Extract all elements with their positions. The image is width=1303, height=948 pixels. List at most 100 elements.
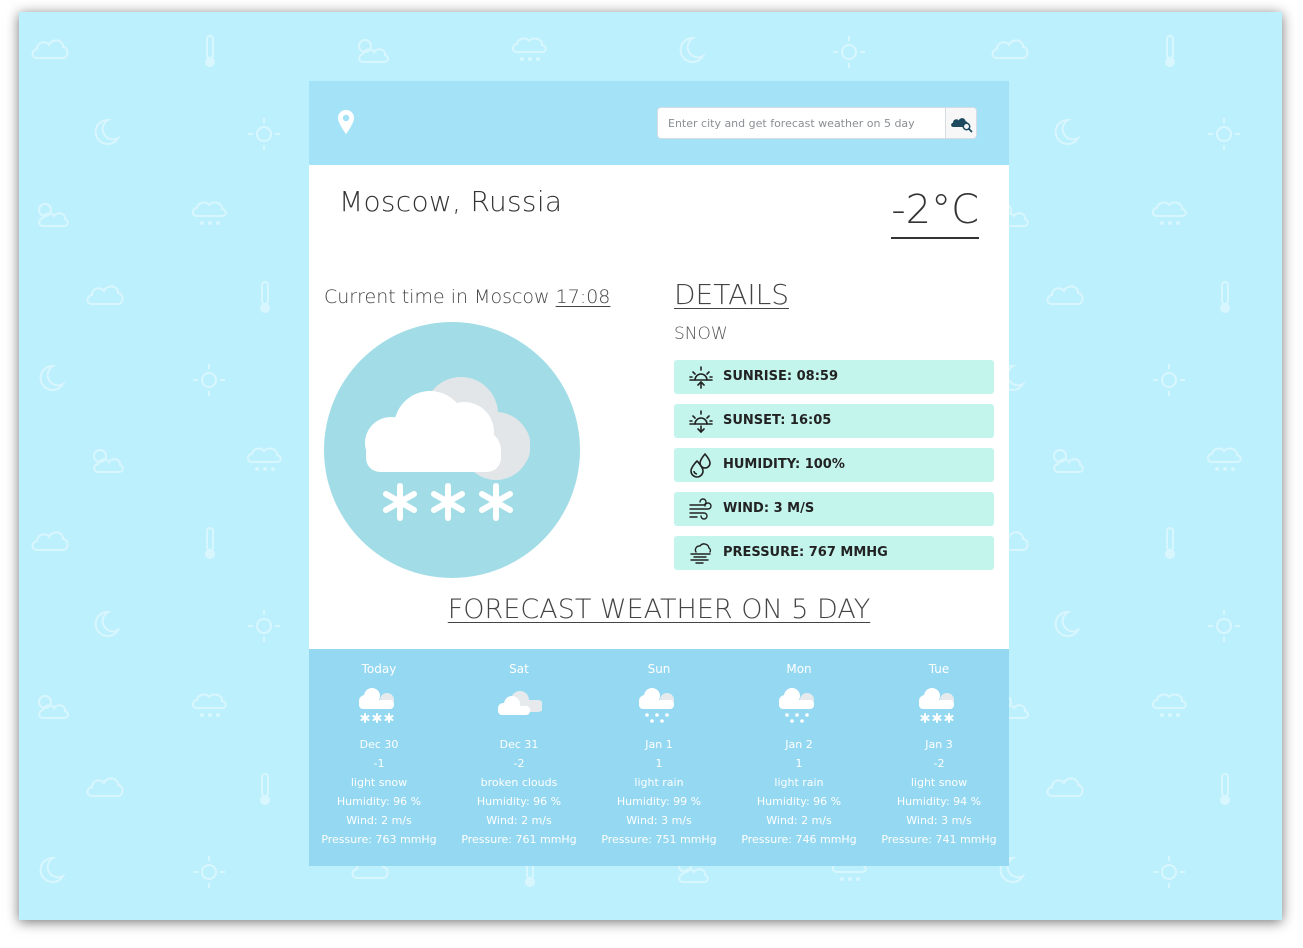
weather-description: SNOW — [674, 324, 728, 344]
cloud-outline-icon — [1046, 285, 1084, 305]
forecast-pressure: Pressure: 746 mmHg — [741, 833, 857, 846]
forecast-day-name: Sun — [647, 662, 671, 676]
forecast-day-mon: Mon Jan 2 1 light rain Humidity: 96 % Wind: 2… — [729, 649, 869, 866]
cloud-outline-icon — [86, 285, 124, 305]
snow-cloud-icon — [365, 377, 530, 521]
detail-row-wind: WIND: 3 M/S — [674, 492, 994, 526]
wind-icon — [689, 498, 712, 520]
detail-row-sunset: SUNSET: 16:05 — [674, 404, 994, 438]
forecast-heading-text: FORECAST WEATHER ON 5 DAY — [447, 594, 871, 625]
forecast-humidity: Humidity: 96 % — [476, 795, 562, 808]
snow-cloud-outline-icon — [191, 693, 227, 717]
detail-row-pressure: PRESSURE: 767 MMHG — [674, 536, 994, 570]
detail-pressure-text: PRESSURE: 767 MMHG — [723, 545, 888, 560]
rain-icon — [639, 688, 674, 723]
forecast-pressure: Pressure: 751 mmHg — [601, 833, 717, 846]
current-weather-image — [324, 322, 580, 578]
sun-cloud-outline-icon — [38, 695, 69, 719]
moon-outline-icon — [1054, 610, 1081, 637]
sun-cloud-outline-icon — [93, 449, 124, 473]
header-bar — [309, 81, 1009, 165]
page-background: Moscow, Russia -2°C Current time in Mosc… — [19, 12, 1282, 920]
forecast-temp: 1 — [795, 757, 803, 770]
forecast-humidity: Humidity: 96 % — [336, 795, 422, 808]
cloud-outline-icon — [86, 777, 124, 797]
moon-outline-icon — [39, 364, 66, 391]
humidity-icon — [690, 453, 711, 478]
detail-wind-text: WIND: 3 M/S — [723, 501, 815, 516]
snow-cloud-outline-icon — [191, 201, 227, 225]
forecast-temp: 1 — [655, 757, 663, 770]
moon-outline-icon — [94, 118, 121, 145]
current-time-value: 17:08 — [555, 286, 611, 308]
forecast-day-tue: Tue Jan 3 -2 light snow Humidity: 94 % Wind: … — [869, 649, 1009, 866]
forecast-pressure: Pressure: 741 mmHg — [881, 833, 997, 846]
sun-outline-icon — [1153, 364, 1185, 396]
forecast-date: Jan 3 — [925, 738, 953, 751]
weather-card: Moscow, Russia -2°C Current time in Mosc… — [309, 81, 1009, 866]
sunset-icon — [689, 410, 713, 434]
thermometer-outline-icon — [1165, 35, 1175, 67]
forecast-desc: light rain — [634, 776, 684, 789]
sun-cloud-outline-icon — [1053, 449, 1084, 473]
forecast-day-name: Sat — [509, 662, 529, 676]
detail-row-sunrise: SUNRISE: 08:59 — [674, 360, 994, 394]
cloud-outline-icon — [31, 39, 69, 59]
detail-row-humidity: HUMIDITY: 100% — [674, 448, 994, 482]
forecast-day-name: Today — [361, 662, 397, 676]
moon-outline-icon — [39, 856, 66, 883]
forecast-desc: light snow — [910, 776, 968, 789]
current-time: Current time in Moscow 17:08 — [324, 286, 610, 308]
cloud-search-icon — [951, 118, 973, 133]
thermometer-outline-icon — [260, 281, 270, 313]
snow-cloud-outline-icon — [246, 447, 282, 471]
detail-sunset-text: SUNSET: 16:05 — [723, 413, 832, 428]
detail-sunrise-text: SUNRISE: 08:59 — [723, 369, 838, 384]
forecast-date: Dec 30 — [359, 738, 399, 751]
city-name: Moscow, Russia — [339, 185, 563, 218]
forecast-wind: Wind: 3 m/s — [626, 814, 692, 827]
snow-cloud-outline-icon — [1151, 201, 1187, 225]
moon-outline-icon — [94, 610, 121, 637]
sun-cloud-outline-icon — [358, 39, 389, 63]
thermometer-outline-icon — [205, 35, 215, 67]
search-button[interactable] — [945, 108, 976, 138]
forecast-wind: Wind: 2 m/s — [346, 814, 412, 827]
cloud-outline-icon — [991, 39, 1029, 59]
forecast-heading: FORECAST WEATHER ON 5 DAY — [309, 594, 1009, 625]
forecast-wind: Wind: 2 m/s — [766, 814, 832, 827]
sun-outline-icon — [248, 118, 280, 150]
sun-outline-icon — [1208, 118, 1240, 150]
forecast-day-today: Today Dec 30 -1 light snow Humidity: 96 % Win… — [309, 649, 449, 866]
cloud-outline-icon — [31, 531, 69, 551]
forecast-desc: light snow — [350, 776, 408, 789]
thermometer-outline-icon — [260, 773, 270, 805]
sunrise-icon — [689, 366, 713, 389]
search-box — [657, 107, 977, 139]
city-search-input[interactable] — [658, 108, 946, 138]
pressure-icon — [690, 543, 712, 564]
forecast-date: Jan 1 — [645, 738, 673, 751]
forecast-desc: light rain — [774, 776, 824, 789]
forecast-wind: Wind: 2 m/s — [486, 814, 552, 827]
current-temperature: -2°C — [891, 187, 979, 239]
rain-icon — [779, 688, 814, 723]
forecast-date: Jan 2 — [785, 738, 813, 751]
detail-humidity-text: HUMIDITY: 100% — [723, 457, 845, 472]
map-pin-icon[interactable] — [337, 109, 355, 135]
snow-cloud-outline-icon — [1206, 447, 1242, 471]
broken-clouds-icon — [498, 691, 542, 715]
snow-cloud-outline-icon — [1151, 693, 1187, 717]
forecast-temp: -1 — [373, 757, 385, 770]
sun-outline-icon — [248, 610, 280, 642]
sun-outline-icon — [193, 364, 225, 396]
forecast-humidity: Humidity: 94 % — [896, 795, 982, 808]
forecast-day-sun: Sun Jan 1 1 light rain Humidity: 99 % Wind: 3… — [589, 649, 729, 866]
sun-outline-icon — [1208, 610, 1240, 642]
forecast-humidity: Humidity: 96 % — [756, 795, 842, 808]
sun-cloud-outline-icon — [38, 203, 69, 227]
thermometer-outline-icon — [1220, 281, 1230, 313]
thermometer-outline-icon — [1220, 773, 1230, 805]
forecast-wind: Wind: 3 m/s — [906, 814, 972, 827]
sun-outline-icon — [1153, 856, 1185, 888]
